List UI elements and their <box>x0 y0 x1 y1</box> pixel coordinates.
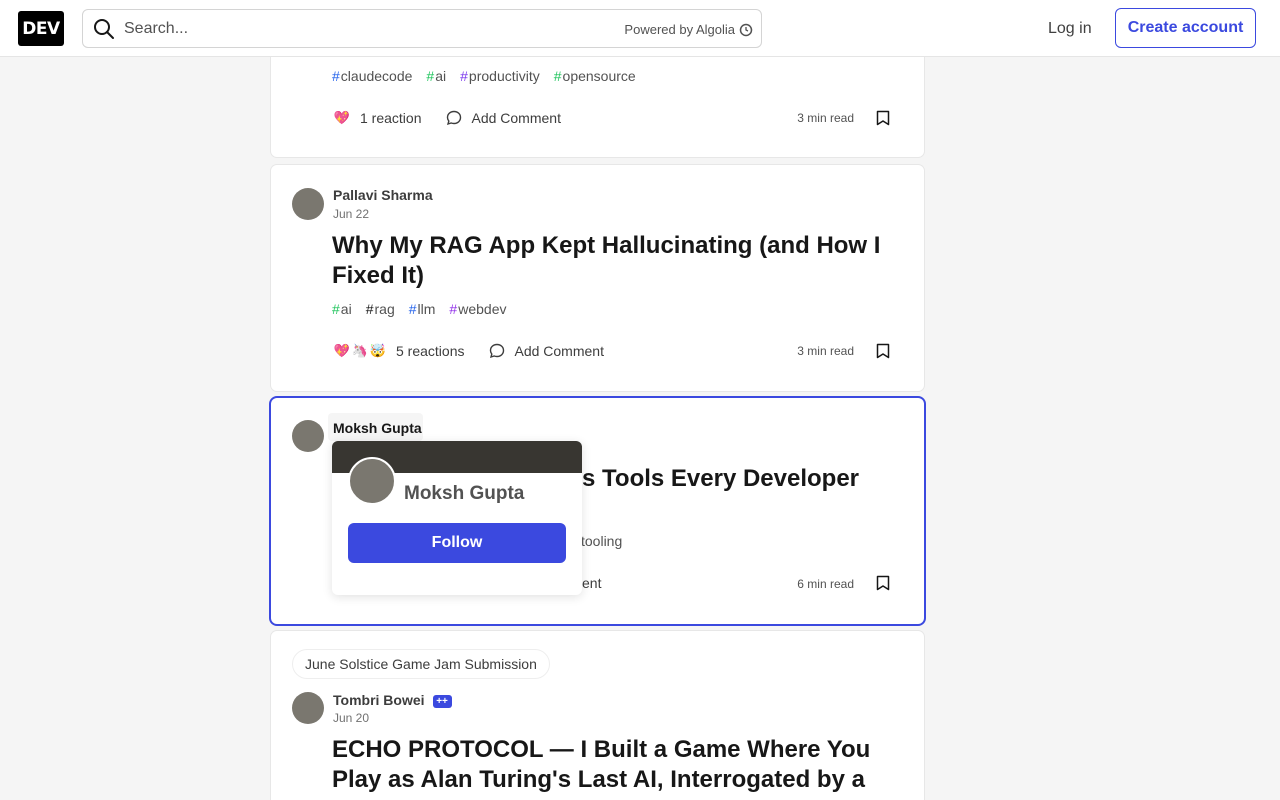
tag-rag[interactable]: #rag <box>366 301 395 317</box>
search-icon <box>94 18 114 39</box>
author-name[interactable]: Tombri Bowei ++ <box>333 692 452 708</box>
follow-button[interactable]: Follow <box>348 523 566 563</box>
tag-list: #claudecode #ai #productivity #opensourc… <box>332 68 636 84</box>
post-date[interactable]: Jun 20 <box>333 711 369 725</box>
tag-ai[interactable]: #ai <box>426 68 446 84</box>
author-profile-popup: Moksh Gupta Follow <box>332 441 582 595</box>
top-header: DEV Search... Powered by Algolia Log in … <box>0 0 1280 57</box>
tag-tooling[interactable]: tooling <box>581 533 622 549</box>
read-time: 6 min read <box>797 577 854 591</box>
profile-name[interactable]: Moksh Gupta <box>404 483 524 505</box>
post-date[interactable]: Jun 22 <box>333 207 369 221</box>
avatar[interactable] <box>292 188 324 220</box>
algolia-icon <box>739 23 753 36</box>
reaction-emojis: 💖 🦄 🤯 <box>332 341 388 361</box>
tag-webdev[interactable]: #webdev <box>449 301 506 317</box>
profile-avatar[interactable] <box>348 457 396 505</box>
comment-icon <box>447 110 462 126</box>
game-jam-submission-pill[interactable]: June Solstice Game Jam Submission <box>292 649 550 679</box>
dev-plus-badge: ++ <box>432 695 452 708</box>
tag-ai[interactable]: #ai <box>332 301 352 317</box>
sparkle-heart-icon: 💖 <box>332 341 352 361</box>
reactions-count[interactable]: 5 reactions <box>396 343 464 359</box>
add-comment-button[interactable]: Add Comment <box>445 109 561 127</box>
comment-icon <box>490 343 505 359</box>
read-time: 3 min read <box>797 111 854 125</box>
article-title[interactable]: ECHO PROTOCOL — I Built a Game Where You… <box>332 735 902 795</box>
bookmark-icon[interactable] <box>876 110 890 126</box>
engagement-row: 💖 1 reaction Add Comment <box>332 108 561 128</box>
tag-claudecode[interactable]: #claudecode <box>332 68 412 84</box>
read-time: 3 min read <box>797 344 854 358</box>
article-card[interactable]: June Solstice Game Jam Submission Tombri… <box>271 631 924 800</box>
create-account-button[interactable]: Create account <box>1115 8 1256 48</box>
add-comment-label: Add Comment <box>471 110 561 126</box>
article-title[interactable]: Why My RAG App Kept Hallucinating (and H… <box>332 231 902 291</box>
avatar[interactable] <box>292 692 324 724</box>
reactions-count[interactable]: 1 reaction <box>360 110 421 126</box>
search-bar[interactable]: Search... Powered by Algolia <box>82 9 762 48</box>
bookmark-icon[interactable] <box>876 575 890 591</box>
unicorn-icon: 🦄 <box>350 341 370 361</box>
reaction-emojis: 💖 <box>332 108 352 128</box>
author-name-text: Tombri Bowei <box>333 692 425 708</box>
exploding-head-icon: 🤯 <box>368 341 388 361</box>
tag-productivity[interactable]: #productivity <box>460 68 540 84</box>
add-comment-label[interactable]: ent <box>582 575 601 591</box>
author-name[interactable]: Moksh Gupta <box>333 420 422 436</box>
tag-opensource[interactable]: #opensource <box>554 68 636 84</box>
tag-list: #ai #rag #llm #webdev <box>332 301 506 317</box>
login-link[interactable]: Log in <box>1036 9 1104 48</box>
tag-llm[interactable]: #llm <box>409 301 436 317</box>
engagement-row: 💖 🦄 🤯 5 reactions Add Comment <box>332 341 604 361</box>
dev-logo[interactable]: DEV <box>18 11 64 46</box>
add-comment-label: Add Comment <box>514 343 604 359</box>
search-input[interactable]: Search... <box>124 20 188 38</box>
article-card[interactable]: Pallavi Sharma Jun 22 Why My RAG App Kep… <box>271 165 924 391</box>
sparkle-heart-icon: 💖 <box>332 108 352 128</box>
add-comment-button[interactable]: Add Comment <box>488 342 604 360</box>
powered-by-label: Powered by Algolia <box>624 22 735 37</box>
article-title-visible: sis Tools Every Developer <box>562 465 860 492</box>
bookmark-icon[interactable] <box>876 343 890 359</box>
avatar[interactable] <box>292 420 324 452</box>
powered-by-algolia[interactable]: Powered by Algolia <box>624 22 753 37</box>
author-name[interactable]: Pallavi Sharma <box>333 187 433 203</box>
